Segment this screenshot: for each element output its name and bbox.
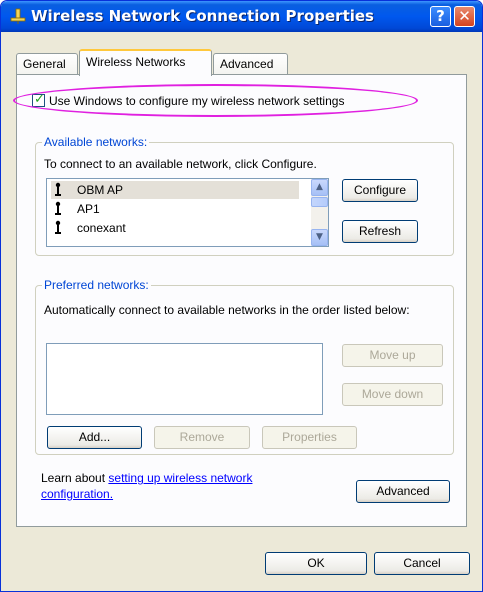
network-name: OBM AP	[77, 183, 124, 197]
preferred-networks-title: Preferred networks:	[42, 278, 151, 292]
network-name: conexant	[77, 221, 126, 235]
move-down-button[interactable]: Move down	[342, 383, 443, 406]
add-button[interactable]: Add...	[47, 426, 142, 449]
list-item[interactable]: OBM AP	[51, 181, 299, 199]
move-up-button[interactable]: Move up	[342, 344, 443, 367]
advanced-button[interactable]: Advanced	[356, 480, 450, 503]
properties-button[interactable]: Properties	[262, 426, 357, 449]
learn-link-line1[interactable]: setting up wireless network	[108, 471, 252, 485]
refresh-button[interactable]: Refresh	[342, 220, 418, 243]
list-scrollbar[interactable]: ▲ ▼	[311, 179, 328, 246]
remove-button[interactable]: Remove	[154, 426, 250, 449]
learn-link-line2[interactable]: configuration.	[41, 487, 113, 501]
available-networks-list[interactable]: OBM AP AP1 conexant ▲ ▼	[46, 178, 329, 247]
close-button[interactable]: ✕	[454, 6, 475, 27]
wireless-network-icon	[55, 201, 61, 215]
scroll-down-icon[interactable]: ▼	[311, 229, 328, 246]
title-bar[interactable]: Wireless Network Connection Properties ?…	[1, 1, 482, 32]
tab-general[interactable]: General	[16, 53, 78, 75]
preferred-instruction: Automatically connect to available netwo…	[44, 303, 410, 317]
help-button[interactable]: ?	[430, 6, 451, 27]
list-item[interactable]: AP1	[51, 200, 299, 218]
available-instruction: To connect to an available network, clic…	[44, 157, 317, 171]
network-connection-icon	[10, 8, 26, 24]
scroll-thumb[interactable]	[311, 197, 328, 207]
tab-advanced[interactable]: Advanced	[213, 53, 288, 75]
wireless-network-icon	[55, 220, 61, 234]
learn-about-text: Learn about setting up wireless network …	[41, 470, 252, 502]
help-icon: ?	[436, 7, 445, 25]
ok-button[interactable]: OK	[265, 552, 367, 575]
configure-button[interactable]: Configure	[342, 179, 418, 202]
cancel-button[interactable]: Cancel	[374, 552, 470, 575]
tab-wireless-networks[interactable]: Wireless Networks	[79, 49, 212, 76]
window-title: Wireless Network Connection Properties	[31, 7, 374, 25]
available-networks-group: Available networks: To connect to an ava…	[35, 135, 454, 256]
wireless-network-icon	[55, 182, 61, 196]
preferred-networks-list[interactable]	[46, 343, 323, 415]
scroll-up-icon[interactable]: ▲	[311, 179, 328, 196]
available-networks-title: Available networks:	[42, 135, 150, 149]
properties-dialog: Wireless Network Connection Properties ?…	[0, 0, 483, 592]
learn-prefix: Learn about	[41, 471, 109, 485]
preferred-networks-group: Preferred networks: Automatically connec…	[35, 278, 454, 455]
list-item[interactable]: conexant	[51, 219, 299, 237]
close-icon: ✕	[458, 7, 471, 25]
annotation-ellipse	[13, 84, 418, 117]
tab-strip: General Wireless Networks Advanced	[16, 49, 476, 76]
network-name: AP1	[77, 202, 100, 216]
